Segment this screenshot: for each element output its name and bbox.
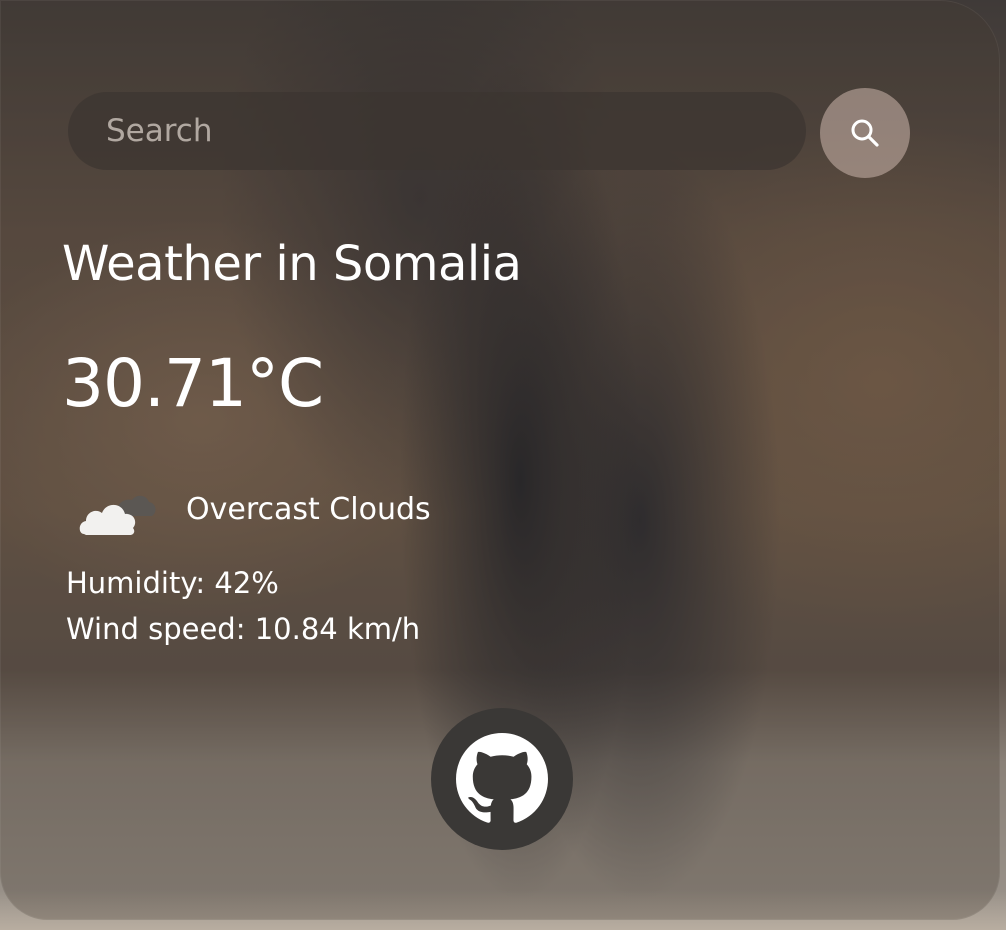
overcast-clouds-icon	[79, 495, 156, 535]
humidity-text: Humidity: 42%	[66, 566, 279, 600]
github-link[interactable]	[431, 708, 573, 850]
city-title: Weather in Somalia	[62, 236, 522, 292]
search-input[interactable]	[68, 92, 806, 170]
temperature: 30.71°C	[62, 345, 324, 422]
github-icon	[456, 733, 548, 823]
weather-description: Overcast Clouds	[186, 492, 431, 527]
search-button[interactable]	[820, 88, 910, 178]
weather-card: Weather in Somalia 30.71°C Overcast Clou…	[0, 0, 1000, 920]
wind-speed-text: Wind speed: 10.84 km/h	[66, 612, 421, 646]
search-icon	[851, 119, 879, 147]
